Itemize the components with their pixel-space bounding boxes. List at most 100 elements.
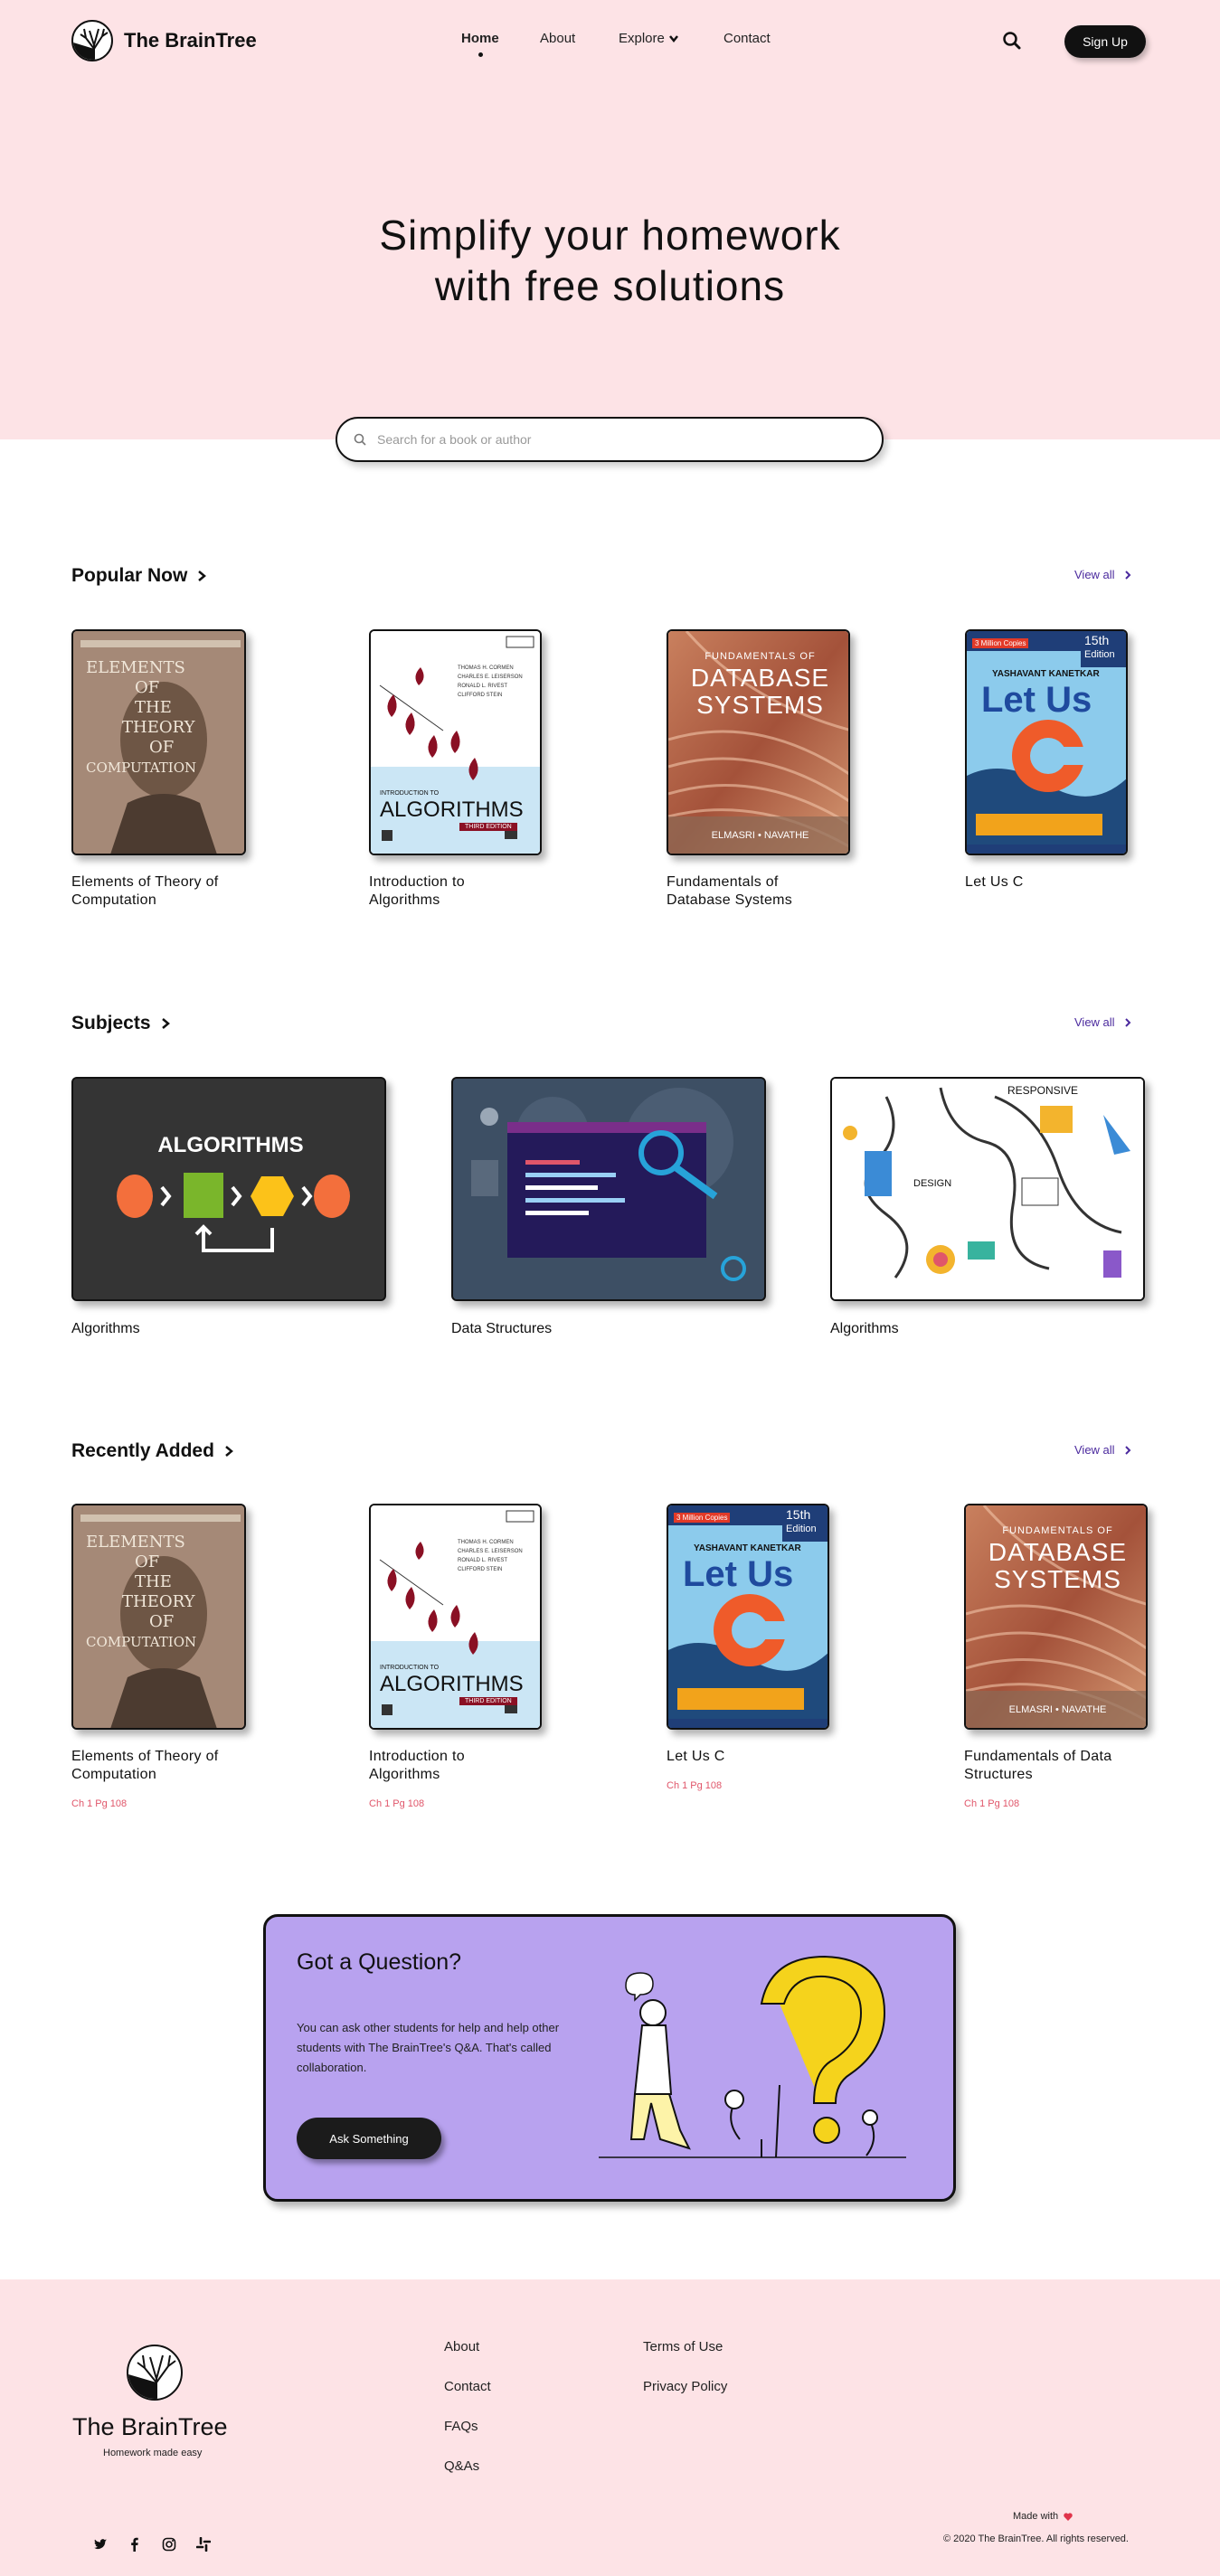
book-title-line: Computation bbox=[71, 1767, 157, 1782]
book-chapter-page: Ch 1 Pg 108 bbox=[369, 1798, 425, 1809]
nav-contact-label: Contact bbox=[723, 31, 771, 46]
hero-title-line2: with free solutions bbox=[434, 262, 786, 309]
book-title: Elements of Theory of Computation bbox=[71, 873, 219, 910]
cover-text: INTRODUCTION TO bbox=[380, 1665, 440, 1671]
footer-link-privacy[interactable]: Privacy Policy bbox=[643, 2379, 727, 2419]
cover-text: ALGORITHMS bbox=[380, 797, 524, 822]
search-input[interactable] bbox=[377, 432, 847, 447]
cover-text: DATABASE bbox=[690, 664, 830, 692]
cover-text: DESIGN bbox=[913, 1178, 952, 1189]
nav-explore-label: Explore bbox=[619, 31, 665, 46]
nav-about[interactable]: About bbox=[540, 31, 575, 46]
cover-text: YASHAVANT KANETKAR bbox=[694, 1543, 801, 1553]
slack-icon[interactable] bbox=[196, 2537, 211, 2552]
book-title: Fundamentals of Data Structures bbox=[964, 1748, 1111, 1784]
book-card-clrs[interactable]: THOMAS H. CORMEN CHARLES E. LEISERSON RONA… bbox=[369, 629, 550, 919]
cover-text: THE bbox=[135, 1572, 172, 1591]
facebook-icon[interactable] bbox=[128, 2537, 142, 2552]
book-card-let-us-c[interactable]: 3 Million Copies 15th Edition YASHAVANT … bbox=[965, 629, 1146, 919]
book-title-line: Database Systems bbox=[667, 892, 793, 908]
recent-heading[interactable]: Recently Added bbox=[71, 1440, 234, 1462]
recent-heading-label: Recently Added bbox=[71, 1440, 214, 1461]
cover-text: COMPUTATION bbox=[86, 1634, 197, 1650]
cover-text: YASHAVANT KANETKAR bbox=[992, 669, 1100, 679]
popular-heading[interactable]: Popular Now bbox=[71, 565, 207, 587]
book-card-clrs-recent[interactable]: THOMAS H. CORMEN CHARLES E. LEISERSON RONA… bbox=[369, 1504, 550, 1820]
footer-link-contact[interactable]: Contact bbox=[444, 2379, 491, 2419]
popular-view-all-link[interactable]: View all bbox=[1074, 568, 1131, 581]
nav-contact[interactable]: Contact bbox=[723, 31, 771, 46]
footer-tagline: Homework made easy bbox=[103, 2448, 203, 2458]
book-cover-toc: ELEMENTS OF THE THEORY OF COMPUTATION bbox=[71, 1504, 246, 1730]
ask-something-button[interactable]: Ask Something bbox=[297, 2118, 441, 2159]
hero-title-line1: Simplify your homework bbox=[379, 212, 841, 259]
footer-link-terms[interactable]: Terms of Use bbox=[643, 2339, 727, 2379]
book-card-database-recent[interactable]: FUNDAMENTALS OF DATABASE SYSTEMS ELMASRI… bbox=[964, 1504, 1154, 1820]
book-title-line: Algorithms bbox=[369, 1767, 440, 1782]
subjects-view-all-link[interactable]: View all bbox=[1074, 1015, 1131, 1029]
subjects-heading[interactable]: Subjects bbox=[71, 1013, 171, 1034]
cover-text: ELEMENTS bbox=[86, 658, 185, 677]
book-title: Introduction to Algorithms bbox=[369, 873, 465, 910]
view-all-label: View all bbox=[1074, 1443, 1115, 1457]
cover-text: 3 Million Copies bbox=[674, 1513, 731, 1523]
chevron-right-icon bbox=[198, 571, 207, 581]
search-icon[interactable] bbox=[1002, 31, 1022, 51]
cover-text: FUNDAMENTALS OF bbox=[1002, 1525, 1113, 1536]
question-title: Got a Question? bbox=[297, 1949, 462, 1975]
subject-card-data-structures[interactable]: Data Structures bbox=[451, 1077, 768, 1348]
chevron-right-icon bbox=[225, 1446, 233, 1457]
book-chapter-page: Ch 1 Pg 108 bbox=[71, 1798, 128, 1809]
subject-cover-responsive: RESPONSIVE DESIGN bbox=[830, 1077, 1145, 1301]
tree-logo-icon[interactable] bbox=[127, 2345, 183, 2401]
book-title-line: Let Us C bbox=[965, 874, 1024, 890]
book-title: Fundamentals of Database Systems bbox=[667, 873, 792, 910]
book-card-let-us-c-recent[interactable]: 3 Million Copies 15th Edition YASHAVANT … bbox=[667, 1504, 847, 1820]
question-text: You can ask other students for help and … bbox=[297, 2021, 560, 2074]
nav-explore[interactable]: Explore bbox=[619, 31, 679, 46]
footer-links-col2: Terms of Use Privacy Policy bbox=[643, 2339, 727, 2419]
footer-link-qas[interactable]: Q&As bbox=[444, 2458, 491, 2498]
book-card-toc-recent[interactable]: ELEMENTS OF THE THEORY OF COMPUTATION El… bbox=[71, 1504, 252, 1820]
book-card-toc[interactable]: ELEMENTS OF THE THEORY OF COMPUTATION El… bbox=[71, 629, 252, 919]
popular-heading-label: Popular Now bbox=[71, 565, 188, 586]
cover-text: INTRODUCTION TO bbox=[380, 790, 440, 797]
subject-title: Algorithms bbox=[71, 1321, 140, 1336]
social-links bbox=[93, 2537, 211, 2552]
cover-text: Let Us bbox=[683, 1554, 794, 1594]
footer-link-faqs[interactable]: FAQs bbox=[444, 2419, 491, 2458]
cover-text: ELEMENTS bbox=[86, 1533, 185, 1552]
book-title-line: Elements of Theory of bbox=[71, 874, 219, 890]
cover-text: THEORY bbox=[122, 718, 195, 737]
cover-text: ALGORITHMS bbox=[380, 1672, 524, 1696]
cover-text: ALGORITHMS bbox=[157, 1133, 304, 1157]
cover-text: Let Us bbox=[981, 680, 1092, 720]
book-card-database[interactable]: FUNDAMENTALS OF DATABASE SYSTEMS ELMASRI… bbox=[667, 629, 856, 919]
made-with-love: Made with bbox=[1013, 2511, 1073, 2522]
book-search-bar[interactable] bbox=[336, 417, 884, 462]
footer-link-about[interactable]: About bbox=[444, 2339, 491, 2379]
subjects-heading-label: Subjects bbox=[71, 1013, 151, 1033]
search-icon bbox=[354, 433, 366, 446]
subject-card-algorithms[interactable]: ALGORITHMS Algorithms bbox=[71, 1077, 388, 1348]
twitter-icon[interactable] bbox=[93, 2537, 108, 2552]
subject-cover-data-structures bbox=[451, 1077, 766, 1301]
brand-logo[interactable]: The BrainTree bbox=[71, 20, 257, 61]
book-title-line: Algorithms bbox=[369, 892, 440, 908]
view-all-label: View all bbox=[1074, 568, 1115, 581]
subject-card-algorithms-2[interactable]: RESPONSIVE DESIGN Algorithms bbox=[830, 1077, 1147, 1348]
book-chapter-page: Ch 1 Pg 108 bbox=[964, 1798, 1020, 1809]
chevron-down-icon bbox=[668, 34, 678, 42]
footer-links-col1: About Contact FAQs Q&As bbox=[444, 2339, 491, 2498]
cover-text: OF bbox=[135, 1552, 160, 1571]
book-cover-toc: ELEMENTS OF THE THEORY OF COMPUTATION bbox=[71, 629, 246, 855]
cover-text: 15th bbox=[1084, 633, 1110, 647]
book-title-line: Introduction to bbox=[369, 874, 465, 890]
cover-text: THIRD EDITION bbox=[459, 823, 517, 831]
recent-view-all-link[interactable]: View all bbox=[1074, 1443, 1131, 1457]
instagram-icon[interactable] bbox=[162, 2537, 176, 2552]
nav-about-label: About bbox=[540, 31, 576, 46]
nav-home[interactable]: Home bbox=[461, 31, 499, 57]
signup-button[interactable]: Sign Up bbox=[1064, 25, 1146, 58]
book-cover-clrs: THOMAS H. CORMEN CHARLES E. LEISERSON RONA… bbox=[369, 1504, 542, 1730]
